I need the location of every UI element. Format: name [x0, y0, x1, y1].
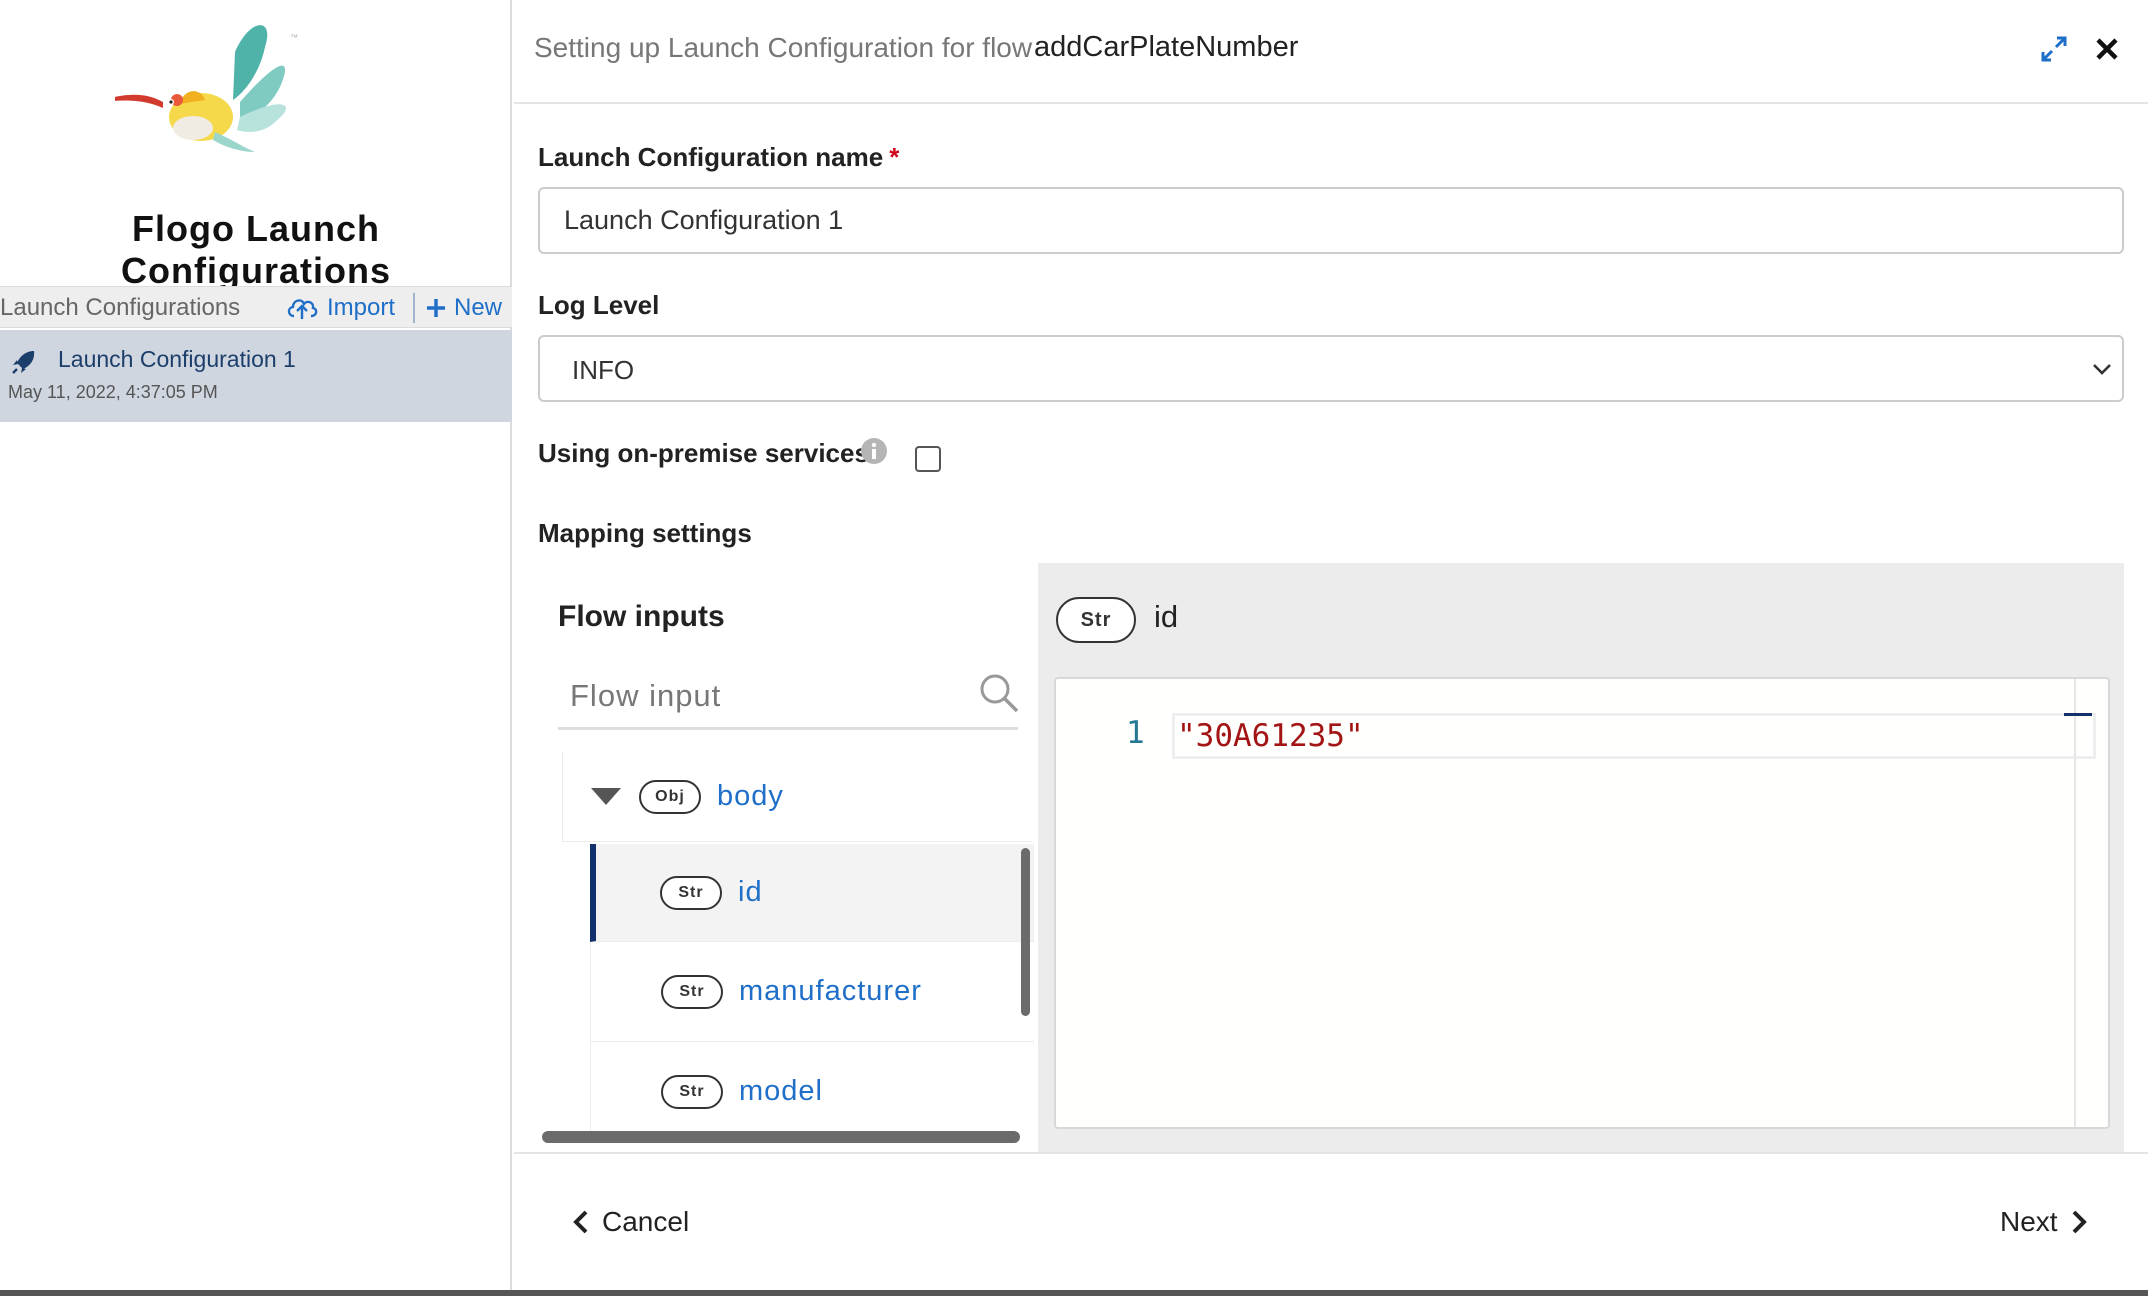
type-badge: Str	[660, 875, 722, 910]
type-badge: Str	[661, 1074, 723, 1109]
panel-title: Setting up Launch Configuration for flow	[534, 32, 1033, 63]
close-icon[interactable]	[2092, 34, 2122, 64]
launch-config-item[interactable]: Launch Configuration 1 May 11, 2022, 4:3…	[0, 330, 512, 422]
import-button[interactable]: Import	[285, 290, 395, 326]
tree-vertical-scrollbar[interactable]	[1021, 848, 1030, 1016]
list-header-label: Launch Configurations	[0, 294, 241, 321]
launch-config-panel: Setting up Launch Configuration for flow…	[514, 0, 2148, 1290]
editor-field-name: id	[1154, 599, 1179, 634]
flow-inputs-title: Flow inputs	[558, 600, 725, 633]
log-level-label: Log Level	[538, 290, 660, 320]
info-icon[interactable]	[860, 437, 888, 465]
code-line[interactable]: "30A61235"	[1172, 713, 2096, 759]
cloud-upload-icon	[287, 299, 318, 319]
tree-node-body[interactable]: Obj body	[562, 752, 1032, 842]
chevron-right-icon	[2072, 1210, 2087, 1234]
tree-node-label: id	[738, 876, 763, 908]
search-icon[interactable]	[978, 672, 1020, 714]
log-level-select[interactable]: INFO	[538, 335, 2124, 402]
svg-text:™: ™	[290, 33, 298, 42]
code-editor[interactable]: 1 "30A61235"	[1054, 677, 2110, 1129]
chevron-left-icon	[573, 1210, 588, 1234]
panel-footer: Cancel Next	[514, 1152, 2148, 1290]
import-label: Import	[327, 294, 396, 321]
flow-inputs-tree: Obj body Str id Str manufacturer Str mod…	[562, 752, 1034, 1132]
on-premise-label: Using on-premise services	[538, 438, 869, 468]
launch-config-list-header: Launch Configurations Import New	[0, 286, 512, 328]
tree-horizontal-scrollbar[interactable]	[542, 1131, 1020, 1143]
config-name-label: Launch Configuration name *	[538, 142, 899, 173]
tree-node-label: body	[717, 780, 784, 812]
flow-input-search-field[interactable]	[558, 672, 958, 720]
next-label: Next	[2000, 1206, 2058, 1237]
type-badge: Obj	[639, 779, 701, 814]
type-badge: Str	[661, 974, 723, 1009]
editor-cursor-marker	[2064, 713, 2092, 716]
header-divider	[413, 293, 415, 323]
log-level-value: INFO	[572, 355, 635, 385]
app-title: Flogo Launch Configurations	[121, 208, 391, 291]
tree-node-id[interactable]: Str id	[590, 844, 1034, 942]
config-name-label-text: Launch Configuration name	[538, 142, 884, 172]
flow-input-search	[558, 664, 1020, 730]
mapping-editor-panel: Str id 1 "30A61235"	[1038, 563, 2124, 1153]
launch-config-date: May 11, 2022, 4:37:05 PM	[8, 382, 218, 402]
on-premise-checkbox[interactable]	[915, 446, 941, 472]
flow-name: addCarPlateNumber	[1034, 31, 1299, 63]
caret-down-icon[interactable]	[591, 788, 621, 805]
editor-ruler	[2074, 679, 2076, 1127]
line-number: 1	[1126, 715, 1145, 751]
tree-node-manufacturer[interactable]: Str manufacturer	[590, 942, 1034, 1042]
cancel-label: Cancel	[602, 1206, 690, 1237]
launch-config-name: Launch Configuration 1	[58, 346, 296, 372]
sidebar: ™ Flogo Launch Configurations Launch Con…	[0, 0, 512, 1290]
required-marker: *	[889, 142, 900, 172]
expand-icon[interactable]	[2039, 34, 2069, 64]
window-bottom-border	[0, 1290, 2148, 1296]
editor-type-badge: Str	[1056, 597, 1136, 643]
panel-header: Setting up Launch Configuration for flow…	[514, 0, 2148, 104]
chevron-down-icon	[2093, 364, 2111, 375]
plus-icon	[427, 299, 445, 317]
mapping-settings-label: Mapping settings	[538, 518, 752, 548]
tree-node-model[interactable]: Str model	[590, 1042, 1034, 1132]
next-button[interactable]: Next	[2000, 1206, 2088, 1238]
tree-node-label: model	[739, 1075, 823, 1107]
new-button[interactable]: New	[426, 290, 502, 326]
hummingbird-logo: ™	[115, 25, 298, 152]
config-name-input[interactable]	[538, 187, 2124, 254]
new-label: New	[454, 294, 503, 321]
rocket-icon	[12, 351, 35, 374]
tree-node-label: manufacturer	[739, 975, 922, 1007]
cancel-button[interactable]: Cancel	[572, 1206, 689, 1238]
